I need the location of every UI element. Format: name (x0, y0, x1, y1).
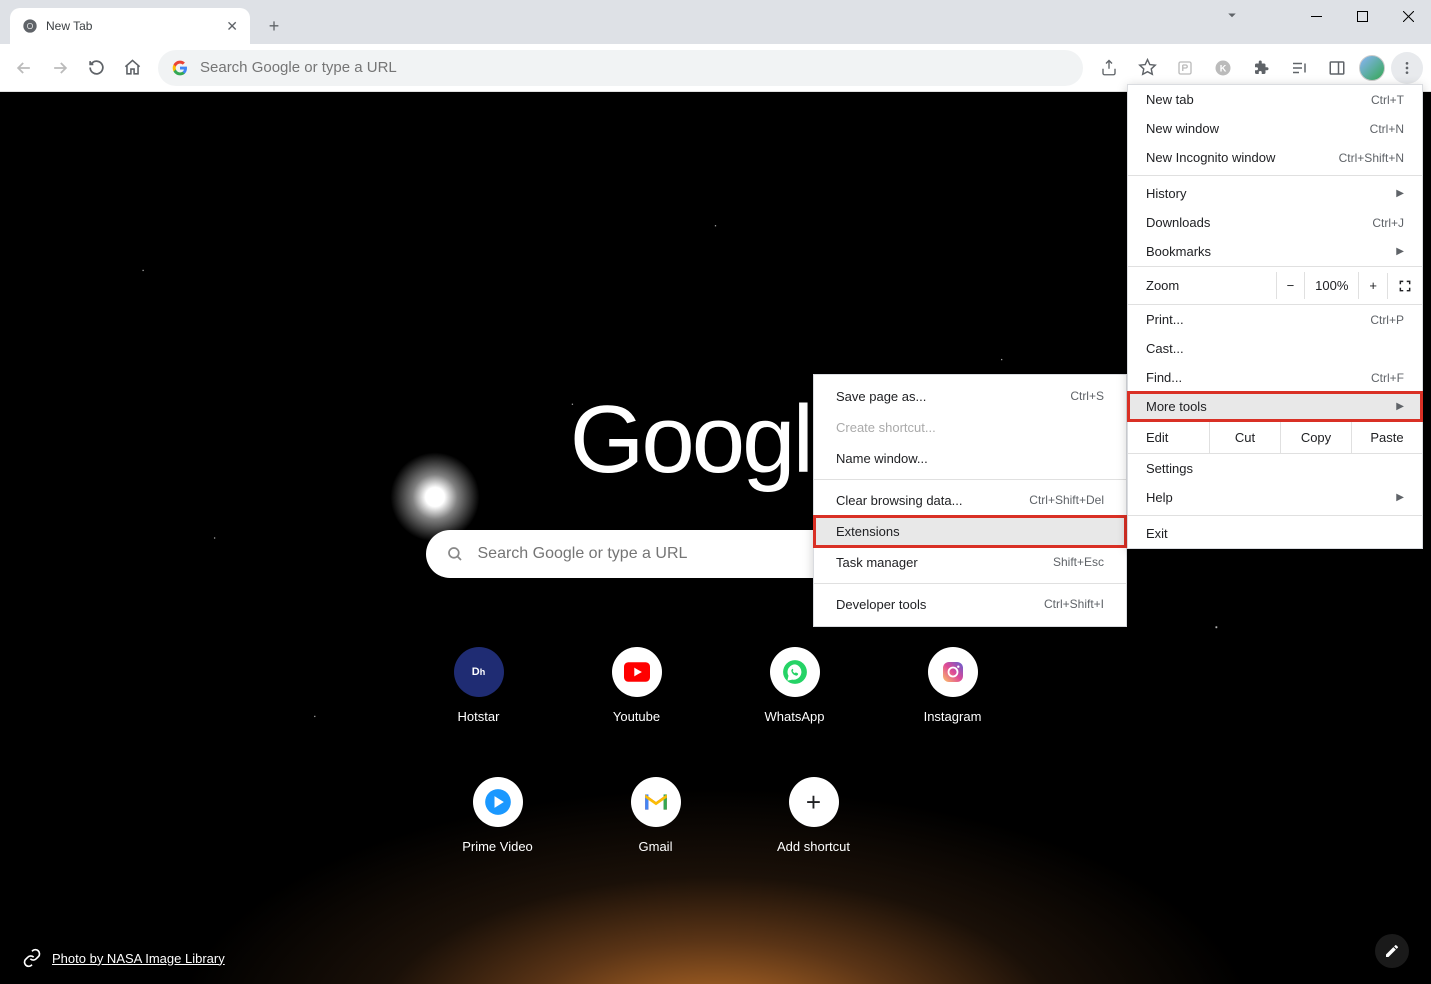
menu-history[interactable]: History▶ (1128, 179, 1422, 208)
zoom-value: 100% (1304, 272, 1358, 299)
menu-incognito[interactable]: New Incognito windowCtrl+Shift+N (1128, 143, 1422, 172)
shortcut-primevideo[interactable]: Prime Video (458, 777, 538, 854)
menu-find[interactable]: Find...Ctrl+F (1128, 363, 1422, 392)
submenu-extensions[interactable]: Extensions (814, 516, 1126, 547)
chevron-right-icon: ▶ (1396, 188, 1404, 199)
bookmark-star-icon[interactable] (1131, 52, 1163, 84)
shortcut-label: Hotstar (458, 709, 500, 724)
menu-exit[interactable]: Exit (1128, 519, 1422, 548)
background-sun (390, 452, 480, 542)
menu-downloads[interactable]: DownloadsCtrl+J (1128, 208, 1422, 237)
zoom-in-button[interactable]: + (1358, 272, 1387, 299)
minimize-button[interactable] (1293, 0, 1339, 32)
plus-icon: + (789, 777, 839, 827)
chrome-menu-button[interactable] (1391, 52, 1423, 84)
fullscreen-button[interactable] (1387, 273, 1422, 299)
home-button[interactable] (116, 52, 148, 84)
new-tab-button[interactable]: + (260, 12, 288, 40)
google-icon (172, 60, 188, 76)
address-bar[interactable] (158, 50, 1083, 86)
shortcut-label: Add shortcut (777, 839, 850, 854)
back-button[interactable] (8, 52, 40, 84)
menu-paste[interactable]: Paste (1352, 422, 1422, 453)
submenu-create-shortcut: Create shortcut... (814, 412, 1126, 443)
chrome-main-menu: New tabCtrl+T New windowCtrl+N New Incog… (1127, 84, 1423, 549)
instagram-icon (928, 647, 978, 697)
menu-settings[interactable]: Settings (1128, 454, 1422, 483)
titlebar: New Tab ✕ + (0, 0, 1431, 44)
window-controls (1293, 0, 1431, 32)
reload-button[interactable] (80, 52, 112, 84)
submenu-save-page[interactable]: Save page as...Ctrl+S (814, 381, 1126, 412)
menu-cast[interactable]: Cast... (1128, 334, 1422, 363)
submenu-task-manager[interactable]: Task managerShift+Esc (814, 547, 1126, 578)
submenu-clear-data[interactable]: Clear browsing data...Ctrl+Shift+Del (814, 485, 1126, 516)
customize-button[interactable] (1375, 934, 1409, 968)
maximize-button[interactable] (1339, 0, 1385, 32)
whatsapp-icon (770, 647, 820, 697)
menu-edit-row: Edit Cut Copy Paste (1128, 421, 1422, 454)
shortcut-whatsapp[interactable]: WhatsApp (755, 647, 835, 724)
shortcut-gmail[interactable]: Gmail (616, 777, 696, 854)
youtube-icon (612, 647, 662, 697)
extensions-puzzle-icon[interactable] (1245, 52, 1277, 84)
photo-credit-link[interactable]: Photo by NASA Image Library (52, 951, 225, 966)
profile-avatar[interactable] (1359, 55, 1385, 81)
reading-list-icon[interactable] (1283, 52, 1315, 84)
side-panel-icon[interactable] (1321, 52, 1353, 84)
shortcuts-row-2: Prime Video Gmail + Add shortcut (458, 777, 854, 854)
photo-attribution: Photo by NASA Image Library (22, 948, 225, 968)
svg-text:K: K (1220, 63, 1227, 73)
hotstar-icon: Dh (454, 647, 504, 697)
tab-favicon (22, 18, 38, 34)
shortcuts-row-1: Dh Hotstar Youtube WhatsApp Instagram (439, 647, 993, 724)
submenu-name-window[interactable]: Name window... (814, 443, 1126, 474)
shortcut-label: Youtube (613, 709, 660, 724)
forward-button[interactable] (44, 52, 76, 84)
edit-label: Edit (1128, 422, 1210, 453)
tab-title: New Tab (46, 19, 226, 33)
pencil-icon (1384, 943, 1400, 959)
menu-new-window[interactable]: New windowCtrl+N (1128, 114, 1422, 143)
shortcut-youtube[interactable]: Youtube (597, 647, 677, 724)
chevron-right-icon: ▶ (1396, 246, 1404, 257)
search-icon (446, 545, 464, 563)
menu-new-tab[interactable]: New tabCtrl+T (1128, 85, 1422, 114)
primevideo-icon (473, 777, 523, 827)
shortcut-label: Prime Video (462, 839, 533, 854)
tab-close-icon[interactable]: ✕ (226, 18, 238, 35)
omnibox-input[interactable] (200, 59, 1069, 76)
close-window-button[interactable] (1385, 0, 1431, 32)
gmail-icon (631, 777, 681, 827)
menu-zoom: Zoom − 100% + (1128, 266, 1422, 305)
extension-icon-1[interactable] (1169, 52, 1201, 84)
shortcut-hotstar[interactable]: Dh Hotstar (439, 647, 519, 724)
shortcut-label: Instagram (924, 709, 982, 724)
share-icon[interactable] (1093, 52, 1125, 84)
chevron-right-icon: ▶ (1396, 492, 1404, 503)
browser-tab[interactable]: New Tab ✕ (10, 8, 250, 44)
menu-bookmarks[interactable]: Bookmarks▶ (1128, 237, 1422, 266)
shortcut-instagram[interactable]: Instagram (913, 647, 993, 724)
menu-copy[interactable]: Copy (1281, 422, 1352, 453)
toolbar-actions: K (1093, 52, 1423, 84)
extension-icon-2[interactable]: K (1207, 52, 1239, 84)
chevron-right-icon: ▶ (1396, 401, 1404, 412)
menu-more-tools[interactable]: More tools▶ (1128, 392, 1422, 421)
zoom-label: Zoom (1146, 278, 1276, 293)
submenu-dev-tools[interactable]: Developer toolsCtrl+Shift+I (814, 589, 1126, 620)
zoom-out-button[interactable]: − (1276, 272, 1305, 299)
menu-print[interactable]: Print...Ctrl+P (1128, 305, 1422, 334)
tab-search-icon[interactable] (1223, 6, 1241, 24)
more-tools-submenu: Save page as...Ctrl+S Create shortcut...… (813, 374, 1127, 627)
add-shortcut-button[interactable]: + Add shortcut (774, 777, 854, 854)
shortcut-label: Gmail (639, 839, 673, 854)
shortcut-label: WhatsApp (765, 709, 825, 724)
link-icon (22, 948, 42, 968)
menu-help[interactable]: Help▶ (1128, 483, 1422, 512)
menu-cut[interactable]: Cut (1210, 422, 1281, 453)
